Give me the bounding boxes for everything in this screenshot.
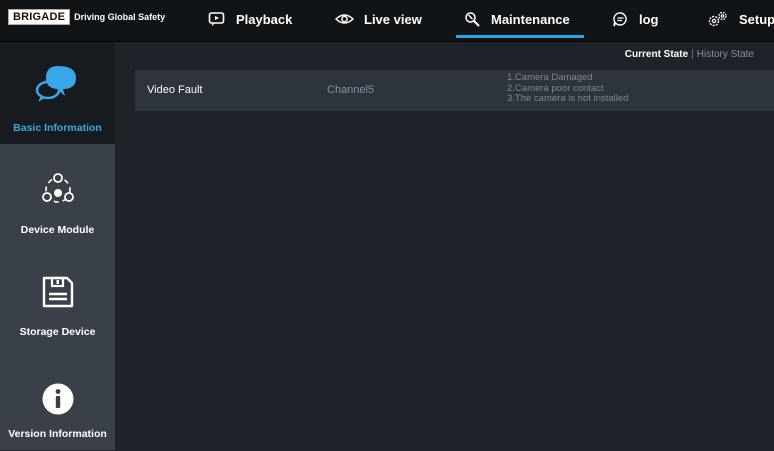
table-row: Video Fault Channel5 1.Camera Damaged 2.… [135,70,774,111]
info-icon [41,382,75,421]
brand-logo: BRIGADE Driving Global Safety [8,9,165,25]
fault-channel: Channel5 [327,84,375,96]
nav-playback[interactable]: Playback [208,0,292,38]
brand-tagline: Driving Global Safety [74,12,166,22]
nav-label: Maintenance [491,11,570,27]
tab-current-state[interactable]: Current State [625,49,688,60]
tab-history-state[interactable]: History State [697,49,754,60]
eye-icon [335,14,354,24]
nav-setup[interactable]: Setup [707,0,774,38]
log-icon [613,11,627,26]
chat-bubbles-icon [32,62,84,111]
nav-label: log [639,11,659,27]
sidebar-item-basic-information[interactable]: Basic Information [0,42,115,145]
sidebar: Basic Information Device Module Storage … [0,42,115,451]
nav-log[interactable]: log [612,0,659,38]
sidebar-item-label: Device Module [20,224,95,236]
nav-label: Setup [739,11,774,27]
sidebar-item-label: Storage Device [19,326,96,338]
nav-label: Live view [364,11,422,27]
nav-live-view[interactable]: Live view [335,0,422,38]
fault-reasons: 1.Camera Damaged 2.Camera poor contact 3… [507,72,629,105]
top-navigation-bar: BRIGADE Driving Global Safety Playback L… [0,0,774,42]
fault-reason: 1.Camera Damaged [507,72,593,83]
fault-reason: 3.The camera is not installed [507,93,629,104]
fault-type: Video Fault [147,84,203,96]
nav-label: Playback [236,11,293,27]
playback-icon [208,12,225,26]
sidebar-item-device-module[interactable]: Device Module [0,144,115,247]
sidebar-item-storage-device[interactable]: Storage Device [0,246,115,349]
brand-logo-text: BRIGADE [8,9,71,25]
sidebar-item-version-information[interactable]: Version Information [0,348,115,451]
main-content: Current State | History State Video Fault … [115,42,774,450]
floppy-disk-icon [40,274,76,315]
nav-maintenance[interactable]: Maintenance [456,0,584,38]
sidebar-item-label: Version Information [8,428,107,440]
gears-icon [708,11,727,26]
state-tabs: Current State | History State [625,49,754,60]
module-icon [38,170,78,215]
tab-separator: | [691,49,694,60]
sidebar-item-label: Basic Information [13,122,102,134]
maintenance-icon [465,11,480,27]
